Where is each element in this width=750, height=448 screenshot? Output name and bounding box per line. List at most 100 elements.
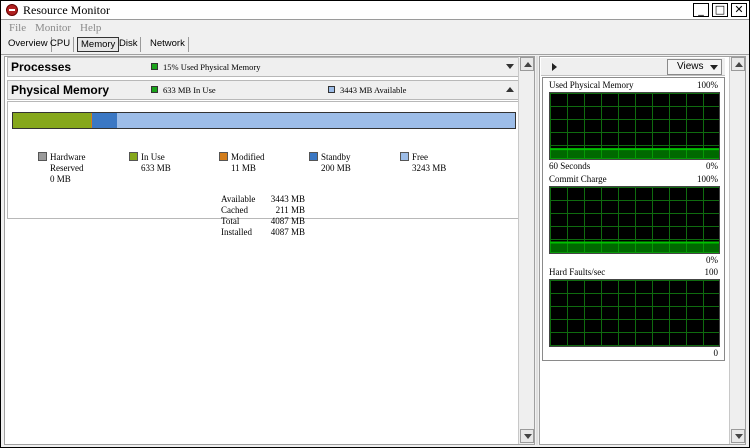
legend-label: Modified xyxy=(231,152,265,162)
legend-label: Standby xyxy=(321,152,351,162)
memory-usage-bar xyxy=(12,112,516,129)
scroll-up-icon xyxy=(524,62,532,67)
legend-value: 11 MB xyxy=(231,163,256,173)
minimize-button[interactable]: _ xyxy=(693,3,709,17)
right-pane: Views Used Physical Memory 100% 60 Seconds… xyxy=(539,56,746,445)
available-swatch xyxy=(328,86,335,93)
window-title: Resource Monitor xyxy=(23,3,110,17)
close-icon: ✕ xyxy=(734,3,744,16)
bar-segment-standby xyxy=(92,113,117,128)
graph-fill xyxy=(550,149,719,159)
stat-value: 211 MB xyxy=(275,205,305,215)
graph-min-label: 0 xyxy=(713,348,719,358)
bar-segment-free xyxy=(116,113,515,128)
menu-bar: File Monitor Help xyxy=(1,21,749,36)
graphs-container: Used Physical Memory 100% 60 Seconds 0% Comm… xyxy=(542,77,725,361)
stat-row: Available 3443 MB xyxy=(221,194,305,205)
right-scroll-down-button[interactable] xyxy=(731,429,745,443)
physical-memory-header[interactable]: Physical Memory 633 MB In Use 3443 MB Av… xyxy=(7,80,521,100)
memory-stats: Available 3443 MB Cached 211 MB Total 4087 MB… xyxy=(221,194,305,238)
processes-summary: 15% Used Physical Memory xyxy=(163,62,261,72)
physical-memory-title: Physical Memory xyxy=(11,83,110,97)
legend-text: Standby 200 MB xyxy=(321,152,351,174)
legend-label: In Use xyxy=(141,152,165,162)
graph-used-physical-memory xyxy=(549,92,720,160)
legend-swatch xyxy=(219,152,228,161)
pane-splitter[interactable] xyxy=(536,56,538,445)
stat-label: Total xyxy=(221,216,240,226)
menu-file[interactable]: File xyxy=(9,22,26,34)
maximize-icon: □ xyxy=(714,3,726,16)
views-button[interactable]: Views xyxy=(667,59,722,75)
tab-divider xyxy=(1,54,749,55)
scroll-down-icon xyxy=(524,434,532,439)
used-memory-swatch xyxy=(151,63,158,70)
graph-max-label: 100% xyxy=(697,174,718,184)
graph-max-label: 100 xyxy=(704,267,719,277)
close-button[interactable]: ✕ xyxy=(731,3,747,17)
chevron-down-icon xyxy=(710,65,718,70)
tab-memory[interactable]: Memory xyxy=(77,37,120,52)
stat-label: Installed xyxy=(221,227,252,237)
right-scroll-up-button[interactable] xyxy=(731,57,745,71)
legend-text: Modified 11 MB xyxy=(231,152,265,174)
title-bar: Resource Monitor _ □ ✕ xyxy=(1,1,749,20)
legend-text: In Use 633 MB xyxy=(141,152,171,174)
in-use-summary: 633 MB In Use xyxy=(163,85,216,95)
legend-label: Hardware xyxy=(50,152,86,162)
legend-value: 633 MB xyxy=(141,163,171,173)
stat-row: Cached 211 MB xyxy=(221,205,305,216)
bar-segment-in-use xyxy=(13,113,91,128)
left-scrollbar[interactable] xyxy=(518,57,534,444)
legend-value: 200 MB xyxy=(321,163,351,173)
stat-row: Total 4087 MB xyxy=(221,216,305,227)
processes-header[interactable]: Processes 15% Used Physical Memory xyxy=(7,57,521,77)
graph-fill xyxy=(550,242,719,253)
tab-disk[interactable]: Disk xyxy=(116,37,142,52)
tab-network[interactable]: Network xyxy=(147,37,189,52)
stat-value: 4087 MB xyxy=(270,227,305,237)
menu-monitor[interactable]: Monitor xyxy=(35,22,71,34)
graph-min-label: 0% xyxy=(706,255,718,265)
legend-swatch xyxy=(38,152,47,161)
legend-value: 3243 MB xyxy=(412,163,447,173)
legend-label: Reserved xyxy=(50,163,84,173)
scroll-up-icon xyxy=(735,62,743,67)
scroll-down-button[interactable] xyxy=(520,429,534,443)
legend-swatch xyxy=(129,152,138,161)
graph-commit-charge xyxy=(549,186,720,254)
left-pane: Processes 15% Used Physical Memory Physi… xyxy=(4,56,535,445)
graph-hard-faults-sec xyxy=(549,279,720,347)
processes-title: Processes xyxy=(11,60,72,74)
graph-title: Commit Charge xyxy=(549,174,607,184)
scroll-up-button[interactable] xyxy=(520,57,534,71)
stat-label: Available xyxy=(221,194,256,204)
minimize-icon: _ xyxy=(698,3,704,16)
menu-help[interactable]: Help xyxy=(80,22,101,34)
collapse-physical-memory-icon[interactable] xyxy=(506,87,514,92)
legend-label: Free xyxy=(412,152,428,162)
legend-swatch xyxy=(309,152,318,161)
expand-processes-icon[interactable] xyxy=(506,64,514,69)
graph-time-span: 60 Seconds xyxy=(549,161,591,171)
stat-value: 4087 MB xyxy=(270,216,305,226)
views-label: Views xyxy=(677,61,704,72)
resource-monitor-icon xyxy=(6,4,18,16)
available-summary: 3443 MB Available xyxy=(340,85,407,95)
legend-text: Hardware Reserved 0 MB xyxy=(50,152,85,185)
expand-arrow-icon[interactable] xyxy=(552,63,557,71)
physical-memory-panel: Hardware Reserved 0 MB In Use 633 MB Modified… xyxy=(7,101,521,237)
graphs-header: Views xyxy=(541,58,725,76)
scroll-down-icon xyxy=(735,434,743,439)
legend-text: Free 3243 MB xyxy=(412,152,446,174)
resource-monitor-window: Resource Monitor _ □ ✕ File Monitor Help… xyxy=(0,0,750,448)
in-use-swatch xyxy=(151,86,158,93)
tab-overview[interactable]: Overview xyxy=(5,37,52,52)
graph-min-label: 0% xyxy=(706,161,718,171)
maximize-button[interactable]: □ xyxy=(712,3,728,17)
right-scrollbar[interactable] xyxy=(729,57,745,444)
legend-value: 0 MB xyxy=(50,174,71,184)
tab-cpu[interactable]: CPU xyxy=(47,37,75,52)
legend-swatch xyxy=(400,152,409,161)
graph-title: Used Physical Memory xyxy=(549,80,634,90)
